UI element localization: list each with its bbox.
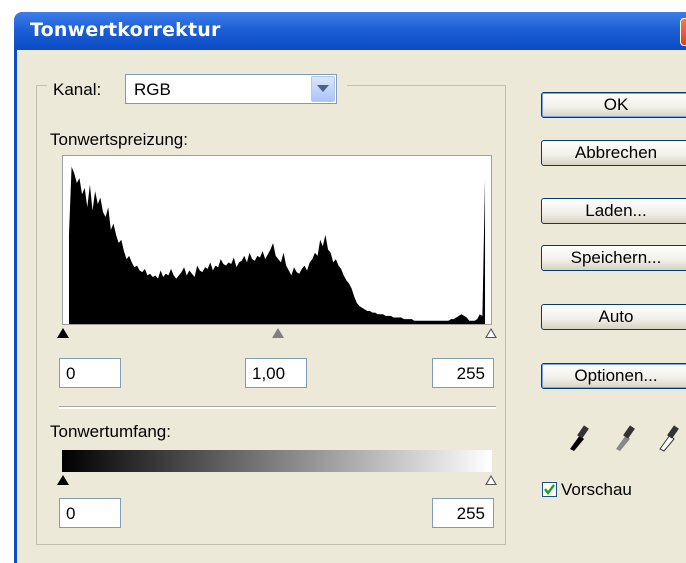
load-button[interactable]: Laden... [541, 198, 686, 224]
input-levels-label: Tonwertspreizung: [50, 130, 188, 149]
auto-button[interactable]: Auto [541, 304, 686, 330]
output-levels-label: Tonwertumfang: [50, 422, 171, 441]
output-black-slider[interactable] [57, 475, 69, 485]
checkmark-icon [544, 484, 555, 495]
dialog-body: Kanal: RGB Tonwertspreizung: 0 1,00 255 … [14, 50, 686, 563]
white-point-slider-fill [487, 330, 495, 337]
output-white-field[interactable]: 255 [432, 498, 494, 528]
close-button[interactable]: ✕ [680, 18, 686, 46]
dropdown-button[interactable] [311, 76, 335, 102]
output-black-field[interactable]: 0 [59, 498, 121, 528]
white-eyedropper-icon[interactable] [657, 422, 679, 452]
preview-checkbox[interactable] [542, 482, 557, 497]
preview-label: Vorschau [561, 480, 632, 499]
gray-eyedropper-icon[interactable] [613, 422, 635, 452]
channel-select-value: RGB [134, 80, 171, 99]
cancel-button[interactable]: Abbrechen [541, 140, 686, 166]
input-slider-track[interactable] [57, 328, 497, 342]
input-gamma-field[interactable]: 1,00 [245, 358, 307, 388]
input-white-field[interactable]: 255 [432, 358, 494, 388]
black-point-slider[interactable] [57, 328, 69, 338]
output-slider-track[interactable] [57, 475, 497, 489]
divider [59, 406, 496, 409]
output-white-slider-fill [487, 477, 495, 484]
window-title: Tonwertkorrektur [30, 19, 221, 41]
levels-dialog: Tonwertkorrektur ✕ Kanal: RGB Tonwertspr… [0, 0, 686, 563]
input-black-field[interactable]: 0 [59, 358, 121, 388]
output-gradient [62, 450, 492, 472]
channel-row: Kanal: RGB [47, 74, 347, 108]
title-bar[interactable]: Tonwertkorrektur ✕ [14, 12, 686, 50]
ok-button[interactable]: OK [541, 92, 686, 118]
black-eyedropper-icon[interactable] [567, 422, 589, 452]
channel-select[interactable]: RGB [125, 74, 337, 104]
save-button[interactable]: Speichern... [541, 245, 686, 271]
histogram-area [68, 166, 486, 324]
gamma-slider[interactable] [272, 328, 284, 338]
histogram [62, 155, 492, 325]
options-button[interactable]: Optionen... [541, 363, 686, 389]
chevron-down-icon [317, 85, 329, 92]
channel-label: Kanal: [53, 80, 102, 99]
